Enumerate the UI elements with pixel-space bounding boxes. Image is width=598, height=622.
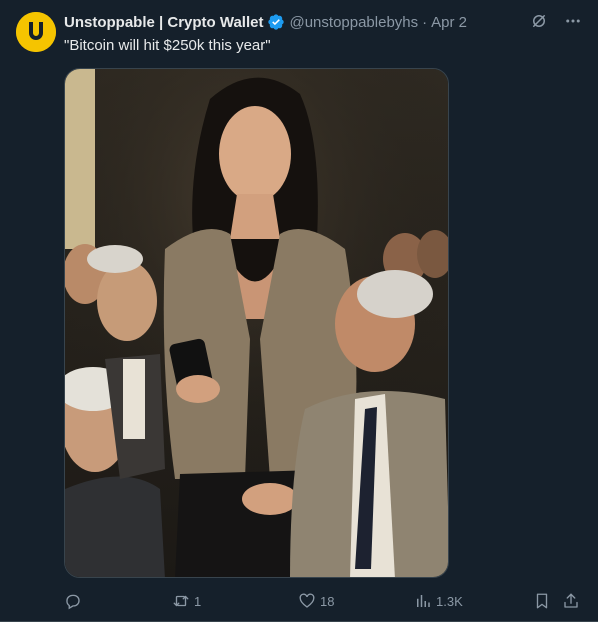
tweet-media-image[interactable] [64, 68, 449, 578]
separator-dot: · [422, 13, 428, 31]
unstoppable-logo-icon [16, 12, 56, 52]
tweet[interactable]: Unstoppable | Crypto Wallet @unstoppable… [0, 0, 598, 622]
handle[interactable]: @unstoppablebyhs [289, 14, 418, 31]
tweet-text: "Bitcoin will hit $250k this year" [64, 37, 271, 54]
retweet-button[interactable]: 1 [172, 589, 201, 613]
like-button[interactable]: 18 [298, 589, 334, 613]
retweet-icon [173, 595, 189, 607]
painting-photo-icon [65, 69, 448, 577]
views-icon [417, 595, 430, 607]
header-actions [530, 12, 582, 30]
bookmark-button[interactable] [533, 589, 551, 613]
like-icon [299, 593, 315, 608]
avatar[interactable] [16, 12, 56, 52]
verified-badge-icon[interactable] [267, 13, 285, 31]
reply-button[interactable] [64, 589, 86, 613]
display-name[interactable]: Unstoppable | Crypto Wallet [64, 14, 263, 31]
bookmark-icon [536, 593, 548, 609]
retweet-count: 1 [194, 593, 202, 609]
tweet-actions: 1 18 1.3K [64, 589, 582, 613]
tweet-header: Unstoppable | Crypto Wallet @unstoppable… [64, 12, 582, 32]
grok-icon[interactable] [530, 12, 548, 30]
like-count: 18 [320, 593, 335, 609]
views-count: 1.3K [436, 593, 463, 609]
tweet-date[interactable]: Apr 2 [431, 14, 467, 31]
more-icon[interactable] [564, 12, 582, 30]
reply-icon [66, 594, 80, 610]
share-button[interactable] [562, 589, 580, 613]
share-icon [564, 593, 578, 608]
views-button[interactable]: 1.3K [414, 589, 463, 613]
